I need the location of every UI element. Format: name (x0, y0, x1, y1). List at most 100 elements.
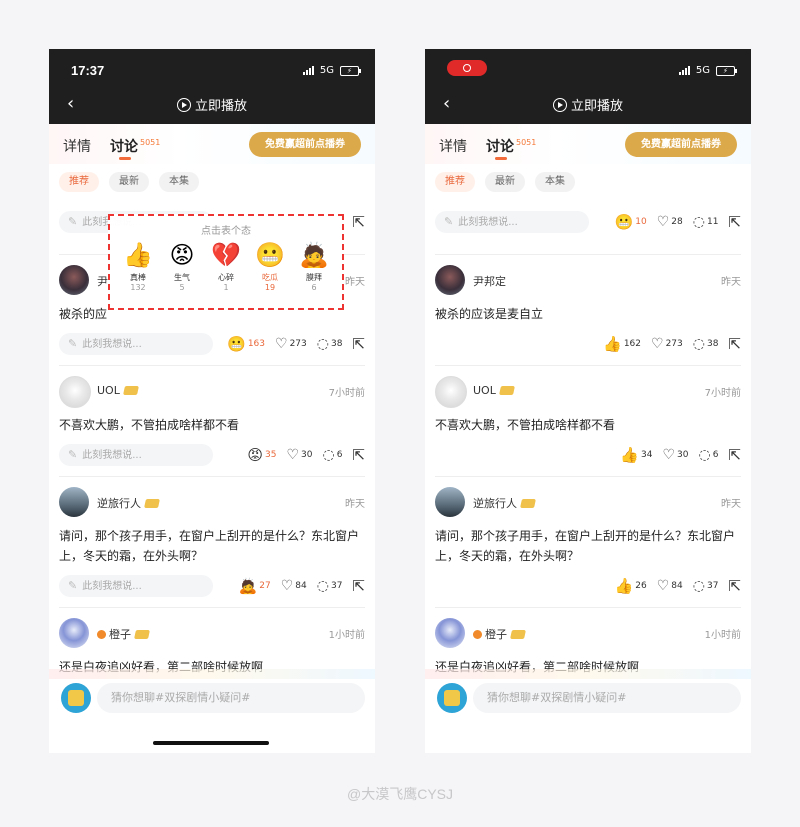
avatar[interactable] (59, 618, 89, 648)
topic-input[interactable]: 猜你想聊#双探剧情小疑问# (97, 683, 365, 713)
user-name[interactable]: 逆旅行人 (473, 495, 536, 511)
reaction-button[interactable]: 😬 10 (615, 214, 647, 230)
reaction-button[interactable]: 😡 35 (247, 447, 276, 463)
avatar[interactable] (435, 265, 465, 295)
like-button[interactable]: ♡ 84 (281, 578, 307, 594)
avatar[interactable] (59, 487, 89, 517)
share-icon[interactable]: ⇱ (728, 335, 741, 353)
reaction-button[interactable]: 👍 162 (603, 334, 641, 353)
like-button[interactable]: ♡ 28 (657, 214, 683, 230)
avatar[interactable] (59, 265, 89, 295)
user-name[interactable]: 逆旅行人 (97, 495, 160, 511)
pencil-icon: ✎ (68, 215, 78, 228)
comment-input[interactable]: ✎ 此刻我想说... (59, 444, 213, 466)
avatar[interactable] (59, 376, 91, 408)
reaction-option-heartbroken[interactable]: 💔 心碎 1 (206, 240, 246, 292)
reaction-count: 163 (247, 339, 265, 349)
user-name[interactable]: 尹 (97, 273, 108, 289)
tab-detail[interactable]: 详情 (63, 136, 91, 156)
share-icon[interactable]: ⇱ (728, 446, 741, 464)
reaction-option-worship[interactable]: 🙇 膜拜 6 (294, 240, 334, 292)
like-count: 30 (301, 450, 313, 460)
avatar[interactable] (435, 376, 467, 408)
reaction-button[interactable]: 🙇 27 (239, 578, 271, 594)
filter-recommend[interactable]: 推荐 (435, 172, 475, 192)
like-button[interactable]: ♡ 30 (286, 447, 312, 463)
top-header: 5G ⚡ ‹ 立即播放 (425, 49, 751, 124)
user-name[interactable]: UOL (97, 384, 139, 397)
comment-post: 逆旅行人 昨天 请问，那个孩子用手，在窗户上刮开的是什么？东北窗户上，冬天的霜，… (59, 476, 365, 601)
episode-comment-row: ✎ 此刻我想说... 😬 10 ♡ 28 ◌ 11 ⇱ (435, 211, 741, 235)
tab-discuss-label: 讨论 (486, 139, 514, 155)
pencil-icon: ✎ (68, 579, 78, 592)
reaction-button[interactable]: 👍 34 (620, 447, 652, 463)
share-icon[interactable]: ⇱ (728, 577, 741, 595)
comment-input[interactable]: ✎ 此刻我想说... (59, 333, 213, 355)
share-icon[interactable]: ⇱ (352, 213, 365, 231)
episode-actions: 😬 10 ♡ 28 ◌ 11 ⇱ (615, 211, 741, 233)
reaction-label: 心碎 (218, 273, 234, 282)
post-content: 不喜欢大鹏，不管拍成啥样都不看 (59, 418, 240, 432)
divider (435, 365, 741, 366)
user-name[interactable]: 橙子 (473, 626, 526, 642)
filter-recommend[interactable]: 推荐 (59, 172, 99, 192)
reply-button[interactable]: ◌ 37 (317, 578, 343, 594)
reaction-count: 1 (223, 283, 229, 292)
signal-icon (678, 66, 690, 75)
tab-discuss[interactable]: 讨论 5051 (486, 136, 536, 156)
share-icon[interactable]: ⇱ (728, 213, 741, 231)
user-name[interactable]: 橙子 (97, 626, 150, 642)
topic-input[interactable]: 猜你想聊#双探剧情小疑问# (473, 683, 741, 713)
avatar[interactable] (435, 487, 465, 517)
reaction-button[interactable]: 👍 26 (615, 578, 647, 594)
promo-button[interactable]: 免费赢超前点播券 (625, 132, 737, 157)
play-icon (552, 98, 567, 112)
filter-episode[interactable]: 本集 (159, 172, 199, 192)
share-icon[interactable]: ⇱ (352, 446, 365, 464)
tab-discuss[interactable]: 讨论 5051 (110, 136, 160, 156)
status-time: 17:37 (71, 63, 105, 78)
reply-button[interactable]: ◌ 37 (693, 578, 719, 594)
comment-input[interactable]: ✎ 此刻我想说... (59, 575, 213, 597)
filter-latest[interactable]: 最新 (485, 172, 525, 192)
user-name-text: 逆旅行人 (473, 497, 517, 510)
user-name[interactable]: UOL (473, 384, 515, 397)
filter-episode[interactable]: 本集 (535, 172, 575, 192)
reply-button[interactable]: ◌ 6 (322, 447, 342, 463)
play-now-button[interactable]: 立即播放 (49, 95, 375, 114)
reaction-option-angry[interactable]: 😡 生气 5 (162, 240, 202, 292)
comment-count: 6 (336, 450, 343, 460)
my-avatar[interactable] (61, 683, 91, 713)
heart-icon: ♡ (280, 578, 294, 594)
bottom-input-bar: 猜你想聊#双探剧情小疑问# (49, 669, 375, 753)
user-name-text: 橙子 (485, 628, 507, 641)
comment-icon: ◌ (698, 447, 711, 463)
promo-button[interactable]: 免费赢超前点播券 (249, 132, 361, 157)
divider (59, 476, 365, 477)
reaction-button[interactable]: 😬 163 (227, 334, 265, 353)
like-button[interactable]: ♡ 84 (657, 578, 683, 594)
avatar[interactable] (435, 618, 465, 648)
home-indicator (153, 741, 269, 745)
reply-button[interactable]: ◌ 11 (693, 214, 719, 230)
comment-input[interactable]: ✎ 此刻我想说... (435, 211, 589, 233)
reply-button[interactable]: ◌ 6 (698, 447, 718, 463)
thumbs-up-icon: 👍 (603, 334, 622, 353)
reaction-label: 膜拜 (306, 273, 322, 282)
share-icon[interactable]: ⇱ (352, 335, 365, 353)
reaction-option-melon[interactable]: 😬 吃瓜 19 (250, 240, 290, 292)
play-now-button[interactable]: 立即播放 (425, 95, 751, 114)
like-button[interactable]: ♡ 30 (662, 447, 688, 463)
my-avatar[interactable] (437, 683, 467, 713)
like-button[interactable]: ♡ 273 (275, 336, 307, 352)
reaction-option-great[interactable]: 👍 真棒 132 (118, 240, 158, 292)
tab-detail[interactable]: 详情 (439, 136, 467, 156)
filter-latest[interactable]: 最新 (109, 172, 149, 192)
member-badge-icon (498, 386, 515, 395)
user-name[interactable]: 尹邦定 (473, 273, 506, 289)
reply-button[interactable]: ◌ 38 (693, 336, 719, 352)
reaction-emoji-icon: 😬 (227, 334, 246, 353)
share-icon[interactable]: ⇱ (352, 577, 365, 595)
like-button[interactable]: ♡ 273 (651, 336, 683, 352)
reply-button[interactable]: ◌ 38 (317, 336, 343, 352)
